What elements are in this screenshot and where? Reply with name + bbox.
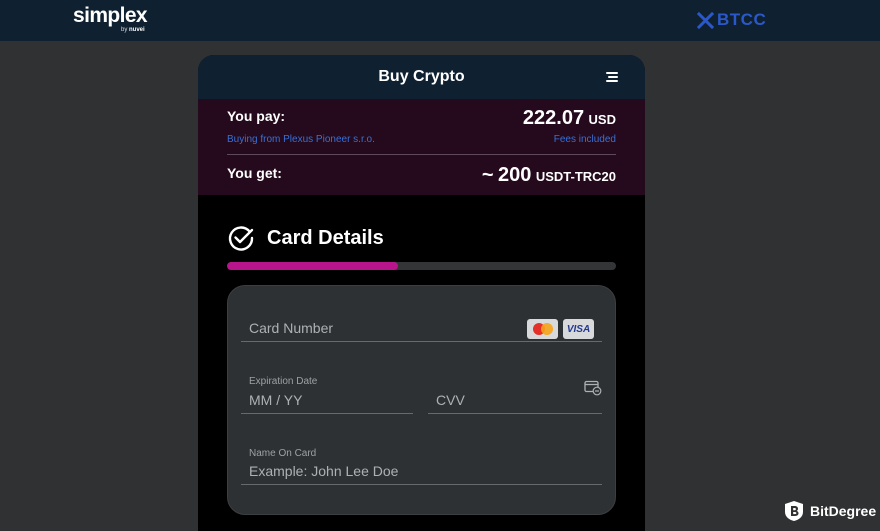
- top-bar: simplex by nuvei BTCC: [0, 0, 880, 41]
- buy-crypto-widget: Buy Crypto You pay: 222.07 USD Buying fr…: [198, 55, 645, 531]
- cvv-input[interactable]: [436, 392, 576, 408]
- mastercard-logo: [527, 319, 558, 339]
- pay-amount: 222.07 USD: [523, 107, 616, 130]
- merchant-text: Buying from Plexus Pioneer s.r.o.: [227, 134, 375, 145]
- get-currency: USDT-TRC20: [535, 169, 616, 184]
- watermark-name: BitDegree: [810, 503, 877, 519]
- progress-bar: [227, 262, 616, 270]
- pay-amount-value: 222.07: [522, 107, 585, 129]
- mastercard-icon: [532, 323, 553, 335]
- partner-name: BTCC: [717, 10, 767, 29]
- brand-byline: by nuvei: [121, 27, 145, 33]
- widget-header: Buy Crypto: [198, 55, 645, 99]
- section-title: Card Details: [267, 227, 384, 249]
- card-cvv-icon: [584, 380, 602, 396]
- order-summary: You pay: 222.07 USD Buying from Plexus P…: [198, 99, 645, 195]
- card-number-field: VISA: [241, 296, 602, 342]
- partner-logo: BTCC: [697, 10, 766, 30]
- card-details-form: VISA Expiration Date Name On Card: [227, 285, 616, 515]
- simplex-logo: simplex by nuvei: [73, 4, 148, 34]
- bitdegree-watermark: BitDegree: [784, 500, 876, 522]
- visa-logo: VISA: [563, 319, 594, 339]
- name-on-card-field: Name On Card: [241, 436, 602, 485]
- progress-fill: [227, 262, 399, 270]
- name-on-card-label: Name On Card: [249, 448, 317, 459]
- bitdegree-logo-icon: [785, 501, 803, 521]
- card-brand-logos: VISA: [527, 319, 594, 339]
- cvv-field: [428, 366, 602, 414]
- get-amount-value: 200: [497, 164, 532, 186]
- name-on-card-input[interactable]: [249, 463, 538, 479]
- expiration-field: Expiration Date: [241, 366, 413, 414]
- approx-symbol: ~: [481, 164, 494, 186]
- card-number-input[interactable]: [249, 320, 538, 336]
- summary-divider: [227, 154, 616, 155]
- get-amount: ~ 200 USDT-TRC20: [482, 164, 616, 187]
- widget-title: Buy Crypto: [378, 68, 465, 85]
- expiration-input[interactable]: [249, 392, 387, 408]
- pay-currency: USD: [588, 112, 616, 127]
- check-circle-icon: [228, 226, 254, 251]
- btcc-logo-icon: [697, 11, 714, 29]
- visa-text: VISA: [566, 323, 591, 335]
- brand-name: simplex: [73, 4, 148, 27]
- fees-text: Fees included: [553, 134, 616, 145]
- you-get-label: You get:: [227, 165, 282, 181]
- hamburger-menu-icon[interactable]: [606, 72, 618, 82]
- expiration-label: Expiration Date: [249, 376, 318, 387]
- you-pay-label: You pay:: [227, 108, 286, 124]
